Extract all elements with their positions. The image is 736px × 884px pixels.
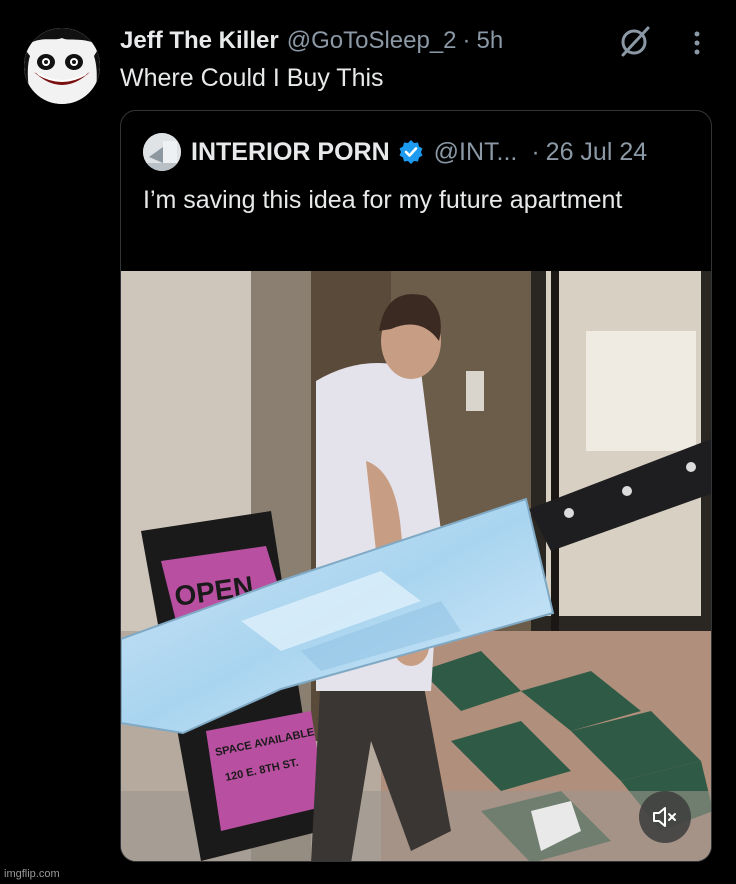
- quote-author-name[interactable]: INTERIOR PORN: [191, 138, 390, 167]
- quoted-tweet[interactable]: INTERIOR PORN @INT... · 26 Jul 24 I’m sa…: [120, 110, 712, 862]
- verified-badge-icon: [399, 140, 423, 164]
- author-handle[interactable]: @GoToSleep_2: [287, 27, 457, 55]
- video-frame: OPEN SPACE AVAILABLE 120 E. 8TH ST.: [121, 271, 711, 861]
- grok-icon[interactable]: [618, 24, 652, 58]
- volume-muted-icon: [653, 807, 676, 827]
- quote-video[interactable]: OPEN SPACE AVAILABLE 120 E. 8TH ST.: [121, 271, 711, 861]
- interior-logo-icon: [143, 133, 181, 171]
- author-name[interactable]: Jeff The Killer: [120, 27, 279, 55]
- quote-author-handle[interactable]: @INT...: [434, 138, 518, 167]
- author-avatar[interactable]: [24, 28, 100, 104]
- tweet-text: Where Could I Buy This: [120, 64, 384, 92]
- mute-button[interactable]: [639, 791, 691, 843]
- tweet: Jeff The Killer @GoToSleep_2 · 5h Where …: [0, 0, 736, 884]
- quote-text: I’m saving this idea for my future apart…: [143, 186, 623, 214]
- quote-header: INTERIOR PORN @INT... · 26 Jul 24: [143, 133, 647, 171]
- separator-dot: ·: [462, 27, 471, 54]
- imgflip-watermark: imgflip.com: [4, 868, 60, 880]
- quote-separator-dot: ·: [531, 137, 540, 166]
- tweet-header: Jeff The Killer @GoToSleep_2 · 5h: [120, 24, 503, 58]
- more-vertical-icon[interactable]: [690, 30, 704, 56]
- tweet-time[interactable]: 5h: [477, 27, 504, 55]
- quote-avatar[interactable]: [143, 133, 181, 171]
- quote-date[interactable]: 26 Jul 24: [546, 138, 647, 167]
- jeff-face-icon: [24, 28, 100, 104]
